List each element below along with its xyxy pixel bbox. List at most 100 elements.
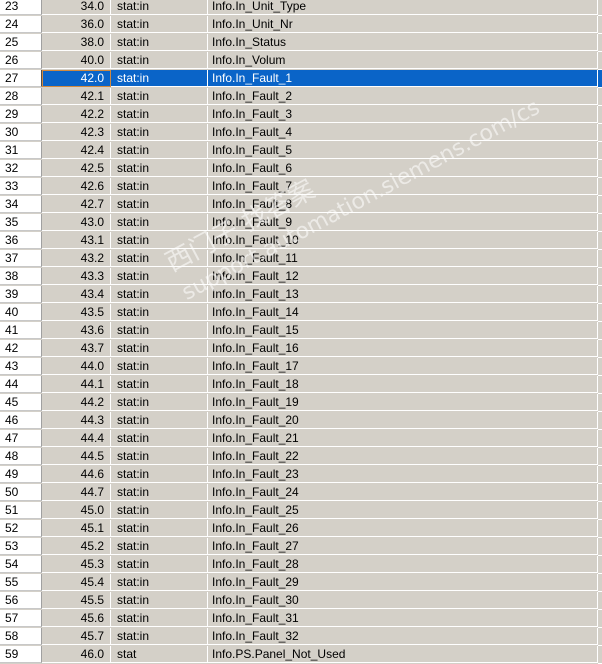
- declaration-cell[interactable]: stat:in: [111, 448, 208, 465]
- row-number-cell[interactable]: 45: [0, 394, 42, 411]
- address-cell[interactable]: 36.0: [42, 16, 111, 33]
- name-cell[interactable]: Info.In_Fault_32: [208, 628, 598, 645]
- table-row[interactable]: 33 42.6 stat:in Info.In_Fault_7: [0, 178, 602, 196]
- name-cell[interactable]: Info.In_Status: [208, 34, 598, 51]
- declaration-cell[interactable]: stat:in: [111, 286, 208, 303]
- table-row[interactable]: 49 44.6 stat:in Info.In_Fault_23: [0, 466, 602, 484]
- name-cell[interactable]: Info.In_Fault_3: [208, 106, 598, 123]
- declaration-cell[interactable]: stat:in: [111, 88, 208, 105]
- name-cell[interactable]: Info.In_Fault_29: [208, 574, 598, 591]
- table-row[interactable]: 53 45.2 stat:in Info.In_Fault_27: [0, 538, 602, 556]
- declaration-cell[interactable]: stat:in: [111, 268, 208, 285]
- declaration-cell[interactable]: stat:in: [111, 502, 208, 519]
- row-number-cell[interactable]: 55: [0, 574, 42, 591]
- declaration-cell[interactable]: stat:in: [111, 376, 208, 393]
- name-cell[interactable]: Info.In_Fault_10: [208, 232, 598, 249]
- declaration-cell[interactable]: stat:in: [111, 358, 208, 375]
- name-cell[interactable]: Info.In_Fault_15: [208, 322, 598, 339]
- name-cell[interactable]: Info.In_Fault_17: [208, 358, 598, 375]
- address-cell[interactable]: 43.1: [42, 232, 111, 249]
- name-cell[interactable]: Info.In_Fault_30: [208, 592, 598, 609]
- row-number-cell[interactable]: 29: [0, 106, 42, 123]
- table-row[interactable]: 56 45.5 stat:in Info.In_Fault_30: [0, 592, 602, 610]
- row-number-cell[interactable]: 51: [0, 502, 42, 519]
- row-number-cell[interactable]: 52: [0, 520, 42, 537]
- row-number-cell[interactable]: 39: [0, 286, 42, 303]
- name-cell[interactable]: Info.In_Fault_11: [208, 250, 598, 267]
- name-cell[interactable]: Info.In_Fault_22: [208, 448, 598, 465]
- address-cell[interactable]: 43.3: [42, 268, 111, 285]
- address-cell[interactable]: 45.6: [42, 610, 111, 627]
- row-number-cell[interactable]: 32: [0, 160, 42, 177]
- row-number-cell[interactable]: 44: [0, 376, 42, 393]
- row-number-cell[interactable]: 33: [0, 178, 42, 195]
- row-number-cell[interactable]: 36: [0, 232, 42, 249]
- declaration-cell[interactable]: stat:in: [111, 574, 208, 591]
- table-row[interactable]: 46 44.3 stat:in Info.In_Fault_20: [0, 412, 602, 430]
- name-cell[interactable]: Info.In_Volum: [208, 52, 598, 69]
- table-row[interactable]: 40 43.5 stat:in Info.In_Fault_14: [0, 304, 602, 322]
- row-number-cell[interactable]: 38: [0, 268, 42, 285]
- name-cell[interactable]: Info.In_Fault_2: [208, 88, 598, 105]
- declaration-cell[interactable]: stat:in: [111, 520, 208, 537]
- name-cell[interactable]: Info.In_Fault_14: [208, 304, 598, 321]
- address-cell[interactable]: 43.6: [42, 322, 111, 339]
- name-cell[interactable]: Info.In_Fault_18: [208, 376, 598, 393]
- table-row[interactable]: 28 42.1 stat:in Info.In_Fault_2: [0, 88, 602, 106]
- declaration-cell[interactable]: stat:in: [111, 322, 208, 339]
- address-cell[interactable]: 44.1: [42, 376, 111, 393]
- declaration-cell[interactable]: stat:in: [111, 250, 208, 267]
- name-cell[interactable]: Info.In_Fault_19: [208, 394, 598, 411]
- row-number-cell[interactable]: 34: [0, 196, 42, 213]
- table-row[interactable]: 59 46.0 stat Info.PS.Panel_Not_Used: [0, 646, 602, 664]
- name-cell[interactable]: Info.In_Fault_8: [208, 196, 598, 213]
- declaration-cell[interactable]: stat:in: [111, 484, 208, 501]
- table-row[interactable]: 51 45.0 stat:in Info.In_Fault_25: [0, 502, 602, 520]
- table-row[interactable]: 45 44.2 stat:in Info.In_Fault_19: [0, 394, 602, 412]
- declaration-cell[interactable]: stat:in: [111, 304, 208, 321]
- row-number-cell[interactable]: 58: [0, 628, 42, 645]
- name-cell[interactable]: Info.In_Fault_28: [208, 556, 598, 573]
- name-cell[interactable]: Info.PS.Panel_Not_Used: [208, 646, 598, 663]
- table-row[interactable]: 42 43.7 stat:in Info.In_Fault_16: [0, 340, 602, 358]
- declaration-cell[interactable]: stat:in: [111, 52, 208, 69]
- row-number-cell[interactable]: 23: [0, 0, 42, 15]
- row-number-cell[interactable]: 47: [0, 430, 42, 447]
- name-cell[interactable]: Info.In_Fault_4: [208, 124, 598, 141]
- row-number-cell[interactable]: 40: [0, 304, 42, 321]
- table-row[interactable]: 38 43.3 stat:in Info.In_Fault_12: [0, 268, 602, 286]
- name-cell[interactable]: Info.In_Fault_16: [208, 340, 598, 357]
- declaration-cell[interactable]: stat:in: [111, 556, 208, 573]
- declaration-cell[interactable]: stat:in: [111, 430, 208, 447]
- table-row[interactable]: 52 45.1 stat:in Info.In_Fault_26: [0, 520, 602, 538]
- name-cell[interactable]: Info.In_Unit_Nr: [208, 16, 598, 33]
- declaration-cell[interactable]: stat:in: [111, 412, 208, 429]
- name-cell[interactable]: Info.In_Fault_9: [208, 214, 598, 231]
- name-cell[interactable]: Info.In_Fault_27: [208, 538, 598, 555]
- table-row[interactable]: 58 45.7 stat:in Info.In_Fault_32: [0, 628, 602, 646]
- declaration-cell[interactable]: stat:in: [111, 610, 208, 627]
- declaration-cell[interactable]: stat:in: [111, 466, 208, 483]
- address-cell[interactable]: 42.4: [42, 142, 111, 159]
- table-row[interactable]: 39 43.4 stat:in Info.In_Fault_13: [0, 286, 602, 304]
- name-cell[interactable]: Info.In_Fault_20: [208, 412, 598, 429]
- row-number-cell[interactable]: 57: [0, 610, 42, 627]
- address-cell[interactable]: 42.2: [42, 106, 111, 123]
- name-cell[interactable]: Info.In_Fault_24: [208, 484, 598, 501]
- row-number-cell[interactable]: 26: [0, 52, 42, 69]
- table-row[interactable]: 55 45.4 stat:in Info.In_Fault_29: [0, 574, 602, 592]
- address-cell[interactable]: 42.1: [42, 88, 111, 105]
- address-cell[interactable]: 46.0: [42, 646, 111, 663]
- address-cell[interactable]: 45.3: [42, 556, 111, 573]
- address-cell[interactable]: 43.4: [42, 286, 111, 303]
- row-number-cell[interactable]: 56: [0, 592, 42, 609]
- row-number-cell[interactable]: 48: [0, 448, 42, 465]
- table-row[interactable]: 43 44.0 stat:in Info.In_Fault_17: [0, 358, 602, 376]
- address-cell[interactable]: 43.5: [42, 304, 111, 321]
- address-cell[interactable]: 44.4: [42, 430, 111, 447]
- table-row[interactable]: 47 44.4 stat:in Info.In_Fault_21: [0, 430, 602, 448]
- address-cell[interactable]: 44.6: [42, 466, 111, 483]
- row-number-cell[interactable]: 50: [0, 484, 42, 501]
- name-cell[interactable]: Info.In_Fault_12: [208, 268, 598, 285]
- row-number-cell[interactable]: 24: [0, 16, 42, 33]
